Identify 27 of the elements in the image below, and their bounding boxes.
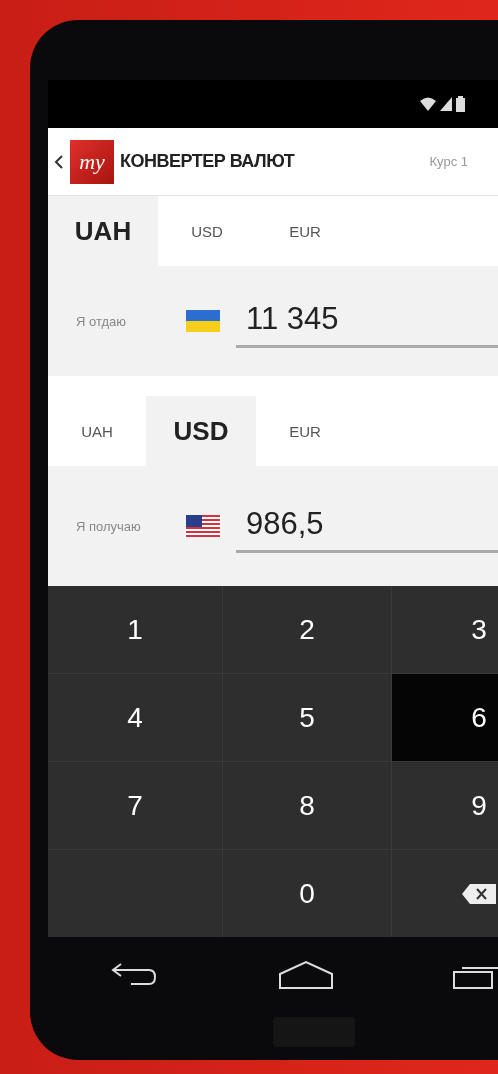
keypad-key[interactable]: 3 [392, 586, 498, 673]
usa-flag-icon [186, 515, 220, 537]
keypad-key[interactable]: 0 [223, 850, 391, 937]
keypad-key[interactable]: 4 [48, 674, 222, 761]
currency-tab[interactable]: UAH [48, 196, 158, 266]
keypad-key[interactable]: 9 [392, 762, 498, 849]
home-icon[interactable] [278, 959, 334, 990]
keypad-key[interactable]: 2 [223, 586, 391, 673]
app-title: КОНВЕРТЕР ВАЛЮТ [120, 151, 295, 172]
app-logo: my [70, 139, 114, 184]
battery-icon [456, 96, 465, 112]
signal-icon [440, 97, 452, 111]
backspace-icon [462, 883, 496, 904]
exchange-rate: Курс 1 [429, 154, 468, 169]
wifi-icon [420, 97, 436, 111]
currency-tab[interactable]: USD [146, 396, 256, 466]
amount-field[interactable]: 11 345 [236, 294, 498, 348]
field-label: Я отдаю [76, 313, 128, 329]
keypad-key[interactable]: 6 [392, 674, 498, 761]
field-label: Я получаю [76, 518, 142, 534]
back-icon[interactable] [54, 153, 64, 170]
keypad-key[interactable]: 1 [48, 586, 222, 673]
ukraine-flag-icon [186, 310, 220, 332]
keypad-key[interactable]: 5 [223, 674, 391, 761]
amount-field[interactable]: 986,5 [236, 499, 498, 553]
keypad-key[interactable]: 8 [223, 762, 391, 849]
keypad-key[interactable]: 7 [48, 762, 222, 849]
